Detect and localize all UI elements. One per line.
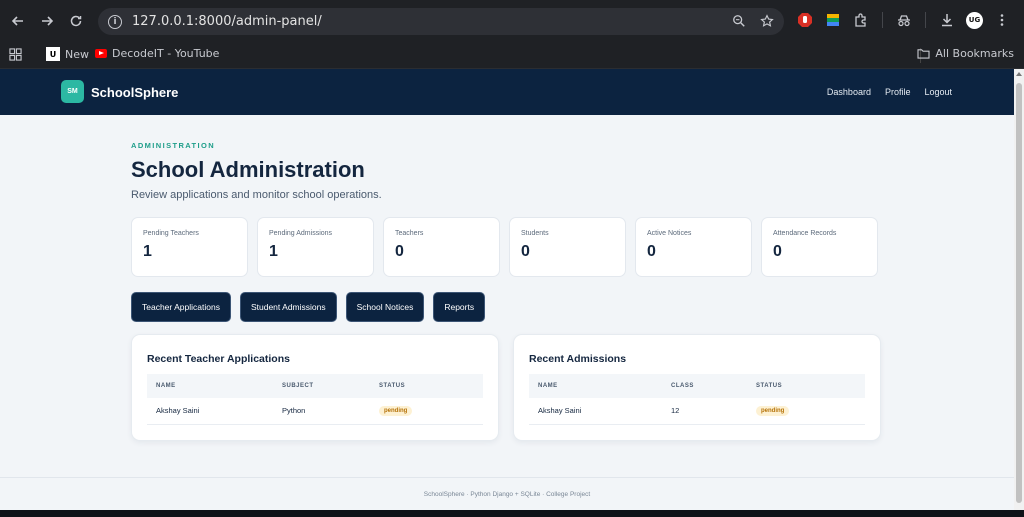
scroll-up-arrow-icon[interactable] (1016, 72, 1022, 76)
page-scrollbar[interactable] (1014, 69, 1024, 510)
cell-class: 12 (662, 398, 747, 425)
stat-card-students: Students 0 (509, 217, 626, 277)
toolbar-divider (925, 12, 926, 28)
menu-kebab-icon[interactable] (993, 11, 1011, 29)
window-bottom-edge (0, 510, 1024, 517)
brand-logo[interactable]: SM (61, 80, 84, 103)
section-eyebrow: ADMINISTRATION (131, 141, 216, 150)
cell-status: pending (747, 398, 865, 425)
download-icon[interactable] (938, 11, 956, 29)
adblock-extension-icon[interactable] (796, 11, 814, 29)
extensions-puzzle-icon[interactable] (852, 11, 870, 29)
table-header-row: NAME SUBJECT STATUS (147, 374, 483, 398)
stat-label: Students (521, 230, 549, 237)
bookmark-label: DecodeIT - YouTube (112, 47, 220, 60)
nav-profile-link[interactable]: Profile (885, 87, 911, 97)
admissions-table: NAME CLASS STATUS Akshay Saini 12 pendin… (529, 374, 865, 425)
site-info-icon[interactable]: i (108, 14, 122, 29)
status-badge: pending (756, 406, 790, 417)
stat-value: 1 (269, 243, 278, 260)
profile-avatar[interactable]: UG (966, 11, 983, 29)
status-badge: pending (379, 406, 413, 417)
star-icon[interactable] (760, 14, 774, 28)
action-buttons: Teacher Applications Student Admissions … (131, 292, 486, 322)
stat-label: Active Notices (647, 230, 692, 237)
stat-card-attendance-records: Attendance Records 0 (761, 217, 878, 277)
brand-name[interactable]: SchoolSphere (91, 85, 178, 100)
stat-value: 1 (143, 243, 152, 260)
site-navbar: SM SchoolSphere Dashboard Profile Logout (0, 69, 1014, 115)
toolbar-divider (882, 12, 883, 28)
stat-card-teachers: Teachers 0 (383, 217, 500, 277)
back-button[interactable] (4, 7, 32, 35)
column-header-name: NAME (147, 374, 273, 398)
nav-dashboard-link[interactable]: Dashboard (827, 87, 871, 97)
table-row[interactable]: Akshay Saini 12 pending (529, 398, 865, 425)
reports-button[interactable]: Reports (433, 292, 486, 322)
school-notices-button[interactable]: School Notices (345, 292, 425, 322)
bookmark-new[interactable]: U New (46, 47, 89, 61)
stat-value: 0 (395, 243, 404, 260)
page-title: School Administration (131, 157, 365, 182)
cell-status: pending (370, 398, 483, 425)
uc-logo-icon: U (46, 47, 60, 61)
panel-title: Recent Teacher Applications (147, 353, 290, 365)
column-header-subject: SUBJECT (273, 374, 370, 398)
cell-name: Akshay Saini (529, 398, 662, 425)
arrow-right-icon (42, 16, 54, 26)
extensions-bar: UG (796, 11, 1011, 29)
admissions-panel: Recent Admissions NAME CLASS STATUS Aksh… (513, 334, 881, 441)
bookmark-label: New (65, 47, 89, 61)
table-row[interactable]: Akshay Saini Python pending (147, 398, 483, 425)
stat-card-pending-admissions: Pending Admissions 1 (257, 217, 374, 277)
stat-label: Pending Teachers (143, 230, 199, 237)
teacher-applications-panel: Recent Teacher Applications NAME SUBJECT… (131, 334, 499, 441)
page-subtitle: Review applications and monitor school o… (131, 189, 382, 201)
forward-button[interactable] (33, 7, 61, 35)
all-bookmarks[interactable]: All Bookmarks (917, 47, 1014, 60)
color-picker-extension-icon[interactable] (824, 11, 842, 29)
scrollbar-thumb[interactable] (1016, 83, 1022, 503)
stat-label: Attendance Records (773, 230, 837, 237)
stat-value: 0 (773, 243, 782, 260)
stat-label: Pending Admissions (269, 230, 333, 237)
stat-value: 0 (521, 243, 530, 260)
reload-button[interactable] (62, 7, 90, 35)
page-footer: SchoolSphere · Python Django + SQLite · … (0, 477, 1014, 510)
address-bar[interactable]: i 127.0.0.1:8000/admin-panel/ (98, 8, 784, 35)
teacher-applications-table: NAME SUBJECT STATUS Akshay Saini Python … (147, 374, 483, 425)
stat-value: 0 (647, 243, 656, 260)
all-bookmarks-label: All Bookmarks (935, 47, 1014, 60)
column-header-status: STATUS (370, 374, 483, 398)
url-text: 127.0.0.1:8000/admin-panel/ (132, 14, 322, 29)
apps-grid-icon[interactable] (9, 48, 22, 61)
stat-card-active-notices: Active Notices 0 (635, 217, 752, 277)
student-admissions-button[interactable]: Student Admissions (239, 292, 337, 322)
table-header-row: NAME CLASS STATUS (529, 374, 865, 398)
stat-label: Teachers (395, 230, 424, 237)
panel-title: Recent Admissions (529, 353, 627, 365)
cell-subject: Python (273, 398, 370, 425)
column-header-name: NAME (529, 374, 662, 398)
reload-icon (70, 15, 82, 27)
column-header-status: STATUS (747, 374, 865, 398)
incognito-icon[interactable] (895, 11, 913, 29)
teacher-applications-button[interactable]: Teacher Applications (131, 292, 231, 322)
zoom-icon[interactable] (732, 14, 746, 28)
stats-row: Pending Teachers 1 Pending Admissions 1 … (131, 217, 878, 277)
arrow-left-icon (11, 16, 23, 26)
cell-name: Akshay Saini (147, 398, 273, 425)
bookmark-youtube[interactable]: DecodeIT - YouTube (95, 47, 219, 60)
youtube-icon (95, 49, 107, 58)
browser-toolbar: i 127.0.0.1:8000/admin-panel/ UG (0, 0, 1024, 42)
nav-logout-link[interactable]: Logout (924, 87, 952, 97)
bookmarks-bar: U New DecodeIT - YouTube All Bookmarks (0, 42, 1024, 69)
column-header-class: CLASS (662, 374, 747, 398)
nav-links: Dashboard Profile Logout (827, 87, 952, 97)
page-viewport: SM SchoolSphere Dashboard Profile Logout… (0, 69, 1014, 510)
folder-icon (917, 49, 930, 59)
stat-card-pending-teachers: Pending Teachers 1 (131, 217, 248, 277)
